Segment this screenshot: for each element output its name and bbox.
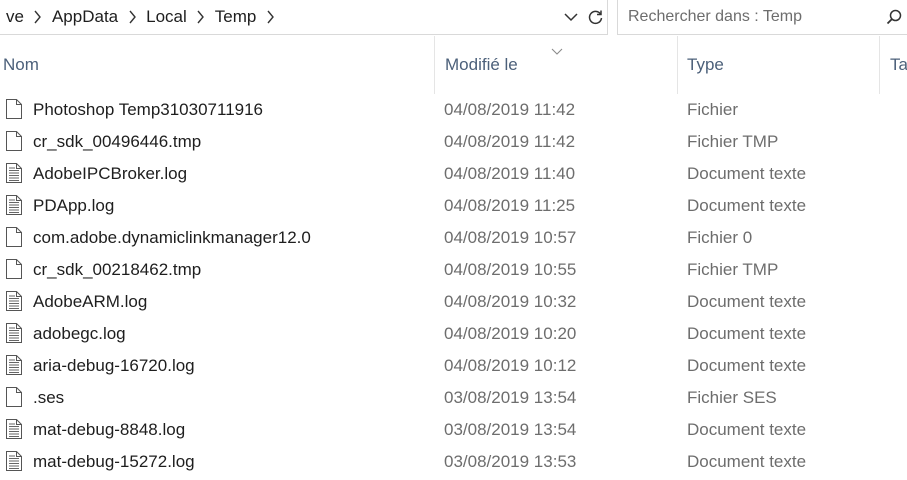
file-name[interactable]: AdobeIPCBroker.log bbox=[33, 164, 187, 184]
text-file-icon bbox=[6, 419, 22, 439]
file-type: Fichier TMP bbox=[687, 260, 779, 279]
file-row[interactable]: mat-debug-15272.log 03/08/2019 13:53 Docum… bbox=[0, 446, 907, 478]
file-type: Document texte bbox=[687, 452, 807, 471]
chevron-down-icon bbox=[564, 13, 578, 22]
file-type: Fichier TMP bbox=[687, 132, 779, 151]
text-file-icon bbox=[6, 195, 22, 215]
refresh-button[interactable] bbox=[583, 0, 607, 34]
breadcrumb-item-appdata[interactable]: AppData bbox=[46, 7, 124, 27]
file-type: Document texte bbox=[687, 292, 807, 311]
file-row[interactable]: AdobeARM.log 04/08/2019 10:32 Document tex… bbox=[0, 286, 907, 318]
file-row[interactable]: Photoshop Temp31030711916 04/08/2019 11:4… bbox=[0, 94, 907, 126]
file-row[interactable]: com.adobe.dynamiclinkmanager12.0 04/08/20… bbox=[0, 222, 907, 254]
file-row[interactable]: aria-debug-16720.log 04/08/2019 10:12 Docu… bbox=[0, 350, 907, 382]
column-header-type[interactable]: Type bbox=[678, 36, 880, 94]
file-name[interactable]: .ses bbox=[33, 388, 64, 408]
file-modified-date: 03/08/2019 13:54 bbox=[444, 420, 577, 439]
refresh-icon bbox=[588, 10, 602, 24]
blank-file-icon bbox=[6, 227, 22, 247]
text-file-icon bbox=[6, 451, 22, 471]
breadcrumb-item-temp[interactable]: Temp bbox=[209, 7, 263, 27]
search-button[interactable] bbox=[881, 0, 907, 34]
text-file-icon bbox=[6, 163, 22, 183]
file-type: Fichier SES bbox=[687, 388, 777, 407]
file-name[interactable]: com.adobe.dynamiclinkmanager12.0 bbox=[33, 228, 311, 248]
file-name[interactable]: AdobeARM.log bbox=[33, 292, 147, 312]
file-row[interactable]: mat-debug-8848.log 03/08/2019 13:54 Docume… bbox=[0, 414, 907, 446]
column-header-name[interactable]: Nom bbox=[0, 36, 435, 94]
file-modified-date: 04/08/2019 11:25 bbox=[444, 196, 576, 215]
file-type: Fichier 0 bbox=[687, 228, 753, 247]
address-bar[interactable]: ve AppData Local Temp bbox=[0, 0, 608, 35]
file-modified-date: 04/08/2019 11:42 bbox=[444, 100, 576, 119]
file-row[interactable]: adobegc.log 04/08/2019 10:20 Document text… bbox=[0, 318, 907, 350]
search-icon bbox=[886, 9, 902, 25]
file-name[interactable]: adobegc.log bbox=[33, 324, 126, 344]
file-type: Fichier bbox=[687, 100, 739, 119]
sort-descending-icon bbox=[551, 42, 563, 60]
file-modified-date: 04/08/2019 10:20 bbox=[444, 324, 577, 343]
file-type: Document texte bbox=[687, 324, 807, 343]
file-type: Document texte bbox=[687, 356, 807, 375]
chevron-right-icon[interactable] bbox=[30, 9, 46, 25]
column-header-row: Nom Modifié le Type Ta bbox=[0, 36, 907, 94]
file-row[interactable]: PDApp.log 04/08/2019 11:25 Document texte bbox=[0, 190, 907, 222]
file-type: Document texte bbox=[687, 164, 807, 183]
chevron-right-icon[interactable] bbox=[124, 9, 140, 25]
file-modified-date: 04/08/2019 11:42 bbox=[444, 132, 576, 151]
file-row[interactable]: cr_sdk_00496446.tmp 04/08/2019 11:42 Fichi… bbox=[0, 126, 907, 158]
file-type: Document texte bbox=[687, 196, 807, 215]
file-modified-date: 04/08/2019 11:40 bbox=[444, 164, 576, 183]
blank-file-icon bbox=[6, 259, 22, 279]
file-type: Document texte bbox=[687, 420, 807, 439]
text-file-icon bbox=[6, 323, 22, 343]
blank-file-icon bbox=[6, 99, 22, 119]
breadcrumb-item-drive[interactable]: ve bbox=[0, 7, 30, 27]
history-dropdown-button[interactable] bbox=[559, 0, 583, 34]
file-modified-date: 04/08/2019 10:12 bbox=[444, 356, 577, 375]
column-header-size[interactable]: Ta bbox=[880, 36, 907, 94]
blank-file-icon bbox=[6, 131, 22, 151]
file-name[interactable]: cr_sdk_00496446.tmp bbox=[33, 132, 201, 152]
file-name[interactable]: PDApp.log bbox=[33, 196, 114, 216]
file-row[interactable]: AdobeIPCBroker.log 04/08/2019 11:40 Docume… bbox=[0, 158, 907, 190]
search-input[interactable] bbox=[618, 0, 881, 34]
file-name[interactable]: mat-debug-8848.log bbox=[33, 420, 185, 440]
search-box bbox=[617, 0, 907, 35]
breadcrumb: ve AppData Local Temp bbox=[0, 0, 559, 34]
file-modified-date: 04/08/2019 10:57 bbox=[444, 228, 577, 247]
chevron-right-icon[interactable] bbox=[262, 9, 278, 25]
blank-file-icon bbox=[6, 387, 22, 407]
text-file-icon bbox=[6, 355, 22, 375]
file-modified-date: 04/08/2019 10:55 bbox=[444, 260, 577, 279]
file-modified-date: 03/08/2019 13:54 bbox=[444, 388, 577, 407]
file-name[interactable]: aria-debug-16720.log bbox=[33, 356, 195, 376]
breadcrumb-item-local[interactable]: Local bbox=[140, 7, 193, 27]
file-name[interactable]: Photoshop Temp31030711916 bbox=[33, 100, 263, 120]
file-name[interactable]: mat-debug-15272.log bbox=[33, 452, 195, 472]
text-file-icon bbox=[6, 291, 22, 311]
file-row[interactable]: cr_sdk_00218462.tmp 04/08/2019 10:55 Fichi… bbox=[0, 254, 907, 286]
file-name[interactable]: cr_sdk_00218462.tmp bbox=[33, 260, 201, 280]
file-modified-date: 03/08/2019 13:53 bbox=[444, 452, 577, 471]
file-modified-date: 04/08/2019 10:32 bbox=[444, 292, 577, 311]
file-list: Photoshop Temp31030711916 04/08/2019 11:4… bbox=[0, 94, 907, 478]
chevron-right-icon[interactable] bbox=[193, 9, 209, 25]
file-row[interactable]: .ses 03/08/2019 13:54 Fichier SES bbox=[0, 382, 907, 414]
